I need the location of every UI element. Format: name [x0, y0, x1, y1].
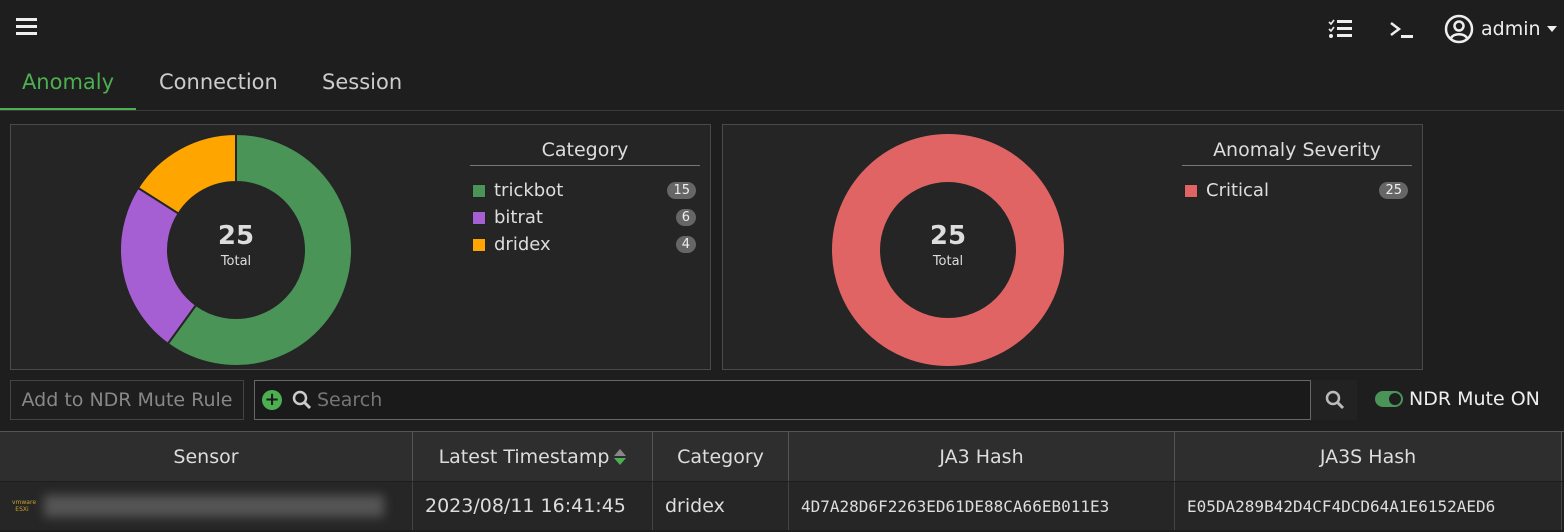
- search-icon: [1325, 390, 1345, 410]
- category-panel: 25 Total Category trickbot 15 bitrat 6 dri…: [10, 124, 711, 370]
- ndr-mute-toggle[interactable]: NDR Mute ON: [1375, 388, 1540, 410]
- legend-swatch: [472, 183, 486, 198]
- tab-bar: Anomaly Connection Session: [0, 62, 1564, 111]
- legend-label: Critical: [1206, 180, 1269, 201]
- legend-swatch: [1184, 183, 1198, 198]
- legend-count: 25: [1379, 182, 1408, 199]
- category-total: 25: [217, 221, 255, 251]
- terminal-icon[interactable]: [1389, 20, 1415, 40]
- search-icon: [292, 390, 312, 410]
- severity-panel: 25 Total Anomaly Severity Critical 25: [722, 124, 1423, 370]
- username: admin: [1481, 18, 1541, 40]
- sensor-name-redacted: [44, 495, 384, 517]
- column-header-label: Latest Timestamp: [438, 445, 610, 468]
- chevron-down-icon: [1546, 26, 1557, 32]
- legend-count: 15: [667, 182, 696, 199]
- category-total-label: Total: [220, 254, 252, 269]
- column-header-category[interactable]: Category: [653, 432, 789, 481]
- add-to-mute-rule-button[interactable]: Add to NDR Mute Rule: [10, 380, 244, 420]
- donut-slice-bitrat[interactable]: [119, 186, 198, 346]
- legend-label: trickbot: [494, 180, 564, 201]
- search-input[interactable]: [317, 385, 1307, 415]
- legend-swatch: [472, 210, 486, 225]
- category-legend-title: Category: [470, 139, 700, 166]
- legend-item-dridex[interactable]: dridex 4: [472, 234, 702, 255]
- legend-item-bitrat[interactable]: bitrat 6: [472, 207, 702, 228]
- vmware-esxi-icon: vmware ESXi: [12, 499, 37, 513]
- menu-icon[interactable]: [16, 18, 37, 36]
- legend-item-critical[interactable]: Critical 25: [1184, 180, 1414, 201]
- legend-label: bitrat: [494, 207, 543, 228]
- sort-icon[interactable]: [614, 448, 627, 465]
- column-header-sensor[interactable]: Sensor: [0, 432, 413, 481]
- legend-count: 6: [675, 209, 696, 226]
- user-menu[interactable]: admin: [1444, 14, 1557, 44]
- column-header-timestamp[interactable]: Latest Timestamp: [413, 432, 653, 481]
- ndr-mute-label: NDR Mute ON: [1409, 388, 1540, 410]
- severity-total: 25: [929, 221, 967, 251]
- legend-swatch: [472, 237, 486, 252]
- cell-sensor[interactable]: vmware ESXi: [0, 482, 413, 530]
- cell-ja3s: E05DA289B42D4CF4DCD64A1E6152AED6: [1175, 482, 1562, 530]
- tab-connection[interactable]: Connection: [159, 70, 278, 110]
- tab-anomaly[interactable]: Anomaly: [0, 70, 136, 110]
- checklist-icon[interactable]: [1328, 18, 1354, 40]
- column-header-ja3s[interactable]: JA3S Hash: [1175, 432, 1562, 481]
- cell-timestamp: 2023/08/11 16:41:45: [413, 482, 653, 530]
- legend-count: 4: [675, 236, 696, 253]
- account-circle-icon: [1444, 14, 1474, 44]
- legend-item-trickbot[interactable]: trickbot 15: [472, 180, 702, 201]
- severity-legend-title: Anomaly Severity: [1182, 139, 1412, 166]
- cell-category: dridex: [653, 482, 789, 530]
- toggle-switch[interactable]: [1375, 391, 1403, 407]
- cell-ja3: 4D7A28D6F2263ED61DE88CA66EB011E3: [789, 482, 1175, 530]
- top-bar: admin: [0, 0, 1564, 58]
- search-bar: +: [254, 380, 1357, 420]
- severity-total-label: Total: [932, 254, 964, 269]
- search-button[interactable]: [1310, 380, 1357, 420]
- legend-label: dridex: [494, 234, 551, 255]
- add-filter-icon[interactable]: +: [262, 390, 282, 410]
- column-header-ja3[interactable]: JA3 Hash: [789, 432, 1175, 481]
- tab-session[interactable]: Session: [322, 70, 402, 110]
